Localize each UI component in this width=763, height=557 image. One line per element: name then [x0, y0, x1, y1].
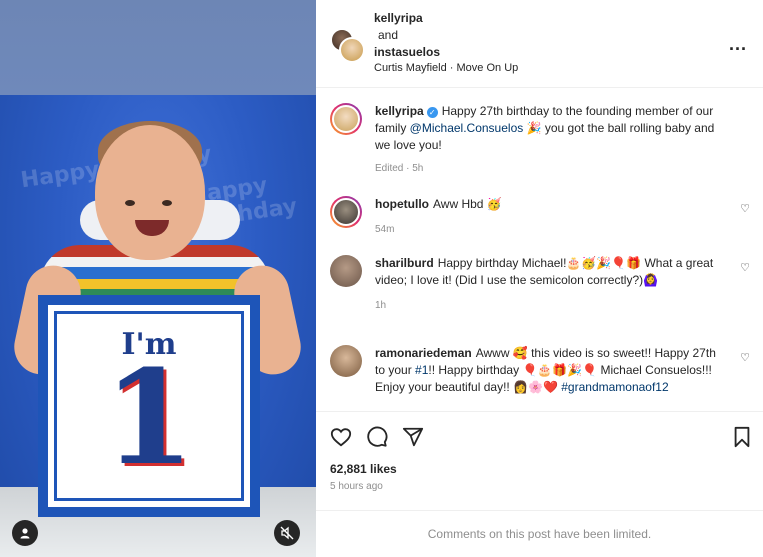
person-icon: [20, 528, 30, 539]
avatar[interactable]: [330, 345, 362, 377]
baby-face: [95, 125, 205, 260]
comment-username[interactable]: ramonariedeman: [375, 346, 472, 360]
action-bar: [316, 411, 763, 461]
post-timestamp[interactable]: 5 hours ago: [330, 481, 383, 492]
likes-count[interactable]: 62,881 likes: [330, 462, 397, 476]
comment-icon[interactable]: [366, 426, 388, 448]
tagged-people-button[interactable]: [12, 520, 38, 546]
post-side-panel: kellyripa and instasuelos Curtis Mayfiel…: [316, 0, 763, 557]
bookmark-icon[interactable]: [732, 426, 752, 448]
sign-number: 1: [103, 341, 195, 494]
username-kellyripa[interactable]: kellyripa: [374, 10, 440, 27]
collab-avatars[interactable]: [330, 28, 365, 63]
number-sign: I'm 1: [38, 295, 260, 517]
avatar[interactable]: [330, 196, 362, 228]
verified-badge-icon: ✓: [426, 107, 438, 118]
avatar[interactable]: [330, 255, 362, 287]
heart-icon[interactable]: [330, 426, 352, 448]
avatar[interactable]: [330, 103, 362, 135]
username-instasuelos[interactable]: instasuelos: [374, 44, 440, 61]
caption-meta: Edited · 5h: [375, 163, 424, 174]
baby-eye: [125, 200, 135, 206]
muted-speaker-icon: [280, 526, 294, 540]
caption-username[interactable]: kellyripa: [375, 104, 424, 118]
mute-button[interactable]: [274, 520, 300, 546]
audio-track-link[interactable]: Curtis Mayfield · Move On Up: [374, 62, 518, 74]
baby-eye: [162, 200, 172, 206]
baby-photo: Happy Birthday Happy Birthday I'm 1: [0, 95, 316, 557]
comment-username[interactable]: hopetullo: [375, 197, 429, 211]
avatar[interactable]: [339, 37, 365, 63]
comment-username[interactable]: sharilburd: [375, 256, 434, 270]
comments-limited-notice: Comments on this post have been limited.: [316, 510, 763, 557]
post-media[interactable]: Happy Birthday Happy Birthday I'm 1: [0, 0, 316, 557]
hashtag-link[interactable]: #grandmamonaof12: [561, 380, 668, 394]
comments-list[interactable]: kellyripa ✓ Happy 27th birthday to the fou…: [316, 89, 763, 411]
and-label: and: [378, 28, 399, 42]
mention-link[interactable]: @Michael.Consuelos: [410, 121, 524, 135]
send-icon[interactable]: [402, 426, 424, 448]
comment-meta: 1h: [375, 300, 387, 311]
comment-text: Aww Hbd 🥳: [433, 197, 502, 211]
post-header: kellyripa and instasuelos Curtis Mayfiel…: [316, 0, 763, 88]
hashtag-link[interactable]: #1: [415, 363, 428, 377]
like-comment-heart-icon[interactable]: ♡: [740, 351, 750, 364]
collab-names: kellyripa and instasuelos: [374, 10, 440, 61]
like-comment-heart-icon[interactable]: ♡: [740, 202, 750, 215]
media-top-strip: [0, 0, 316, 95]
more-options-button[interactable]: ...: [729, 34, 747, 55]
comment-meta: 54m: [375, 224, 395, 235]
like-comment-heart-icon[interactable]: ♡: [740, 261, 750, 274]
